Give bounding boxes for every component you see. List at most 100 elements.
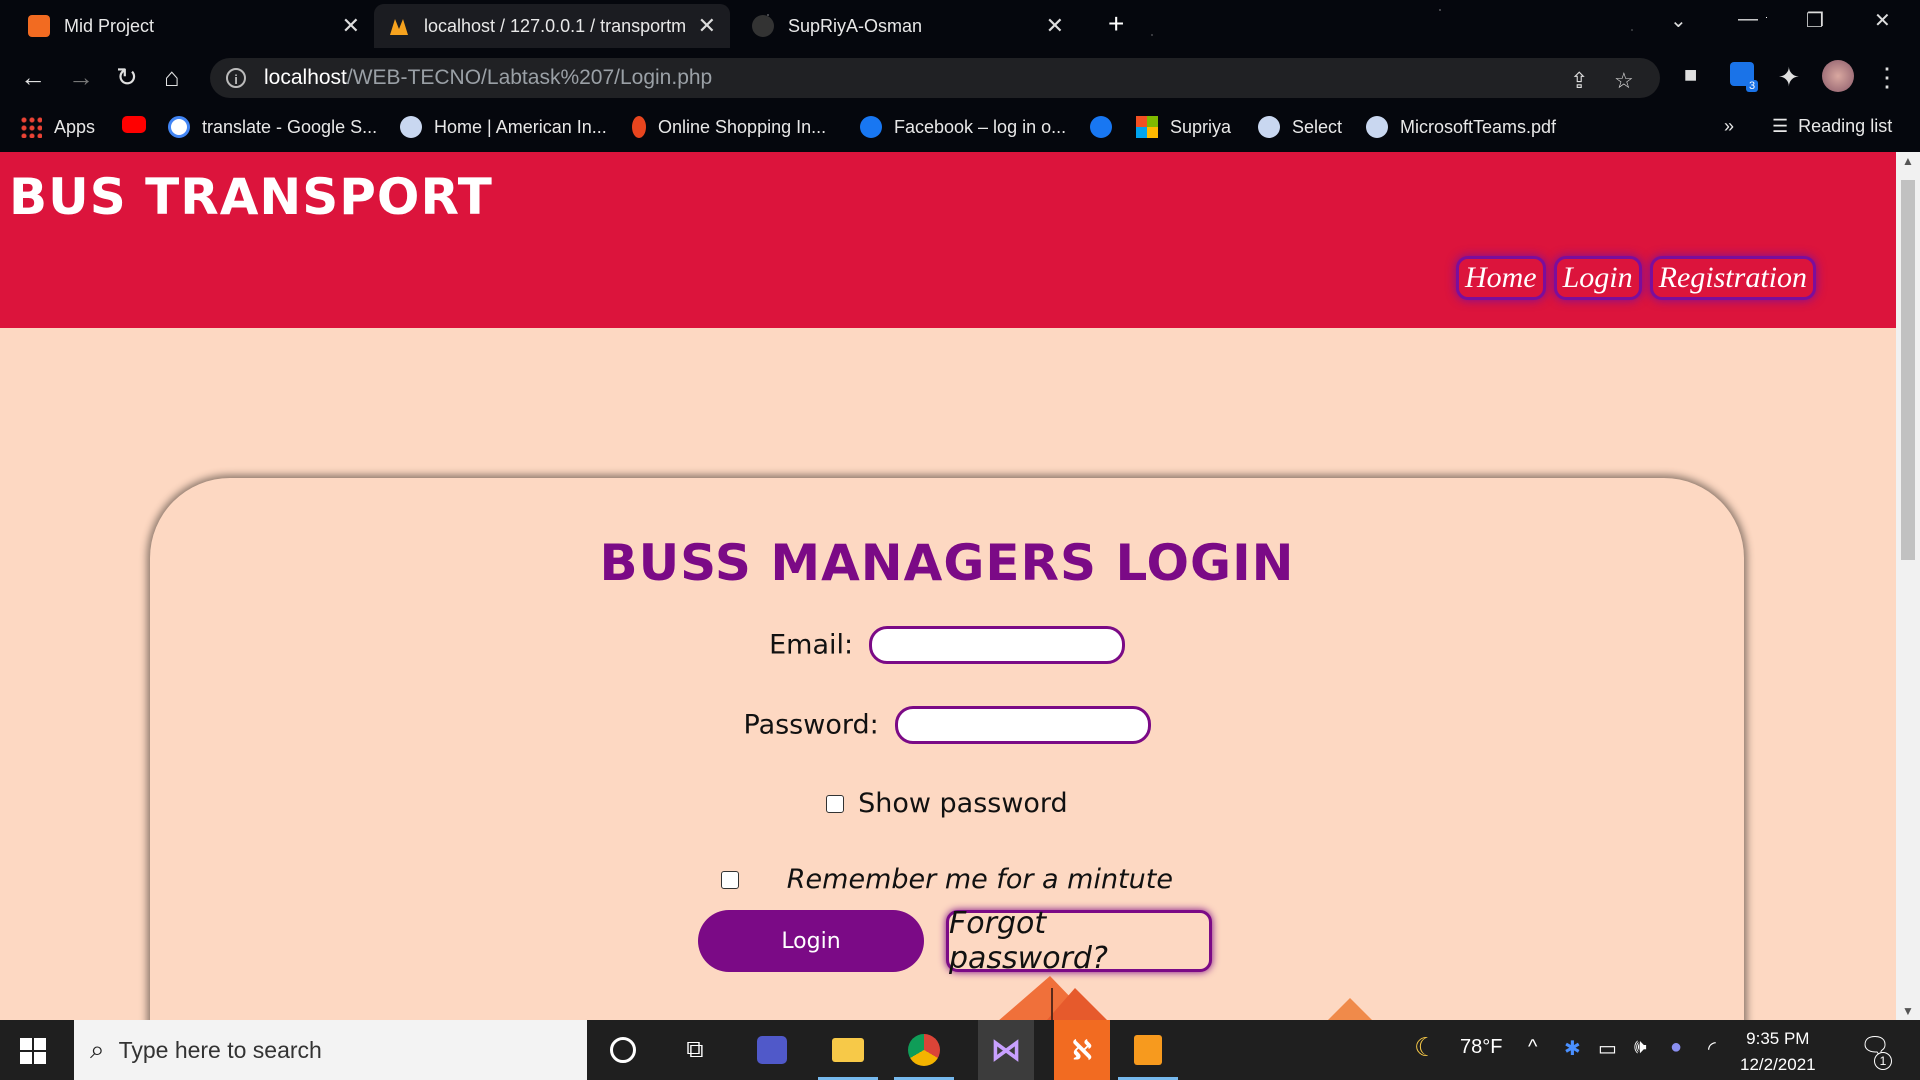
share-icon[interactable]: ⇪ [1570,68,1588,94]
minimize-icon[interactable]: — [1738,8,1758,31]
tab-phpmyadmin[interactable]: localhost / 127.0.0.1 / transportm ✕ [374,4,730,48]
weather-temp[interactable]: 78°F [1460,1036,1502,1059]
site-brand: BUS TRANSPORT [9,168,493,226]
daraz-icon [632,116,646,138]
web-page: BUS TRANSPORT Home Login Registration BU… [0,152,1896,1020]
remember-me-label: Remember me for a mintute [786,864,1173,896]
email-field[interactable] [868,626,1125,664]
tab-github[interactable]: SupRiyA-Osman ✕ [738,4,1078,48]
tab-strip: Mid Project ✕ localhost / 127.0.0.1 / tr… [0,0,1920,50]
reading-list-button[interactable]: ☰ Reading list [1772,116,1892,137]
windows-taskbar: ⌕ Type here to search ⧉ ⋈ ℵ ☾ 78°F ^ ✱ ▭… [0,1020,1920,1080]
restore-icon[interactable]: ❐ [1806,8,1824,33]
login-button[interactable]: Login [698,910,924,972]
bookmark-star-icon[interactable]: ☆ [1614,68,1634,94]
reload-icon[interactable]: ↻ [116,62,138,93]
menu-dots-icon[interactable]: ⋮ [1874,62,1900,93]
reading-list-icon: ☰ [1772,116,1789,136]
notification-count: 1 [1874,1052,1892,1070]
apps-grid-icon [20,116,42,138]
remember-me-checkbox[interactable] [721,870,740,889]
cortana-icon[interactable] [603,1030,643,1070]
back-icon[interactable]: ← [20,62,46,93]
nav-home-link[interactable]: Home [1455,256,1546,300]
taskbar-search-box[interactable]: ⌕ Type here to search [74,1020,587,1080]
tab-title: SupRiyA-Osman [788,15,923,36]
forgot-password-button[interactable]: Forgot password? [946,906,1212,976]
forward-icon[interactable]: → [68,62,94,93]
chrome-icon[interactable] [904,1030,944,1070]
bookmark-facebook-2[interactable] [1090,116,1124,138]
bookmark-apps[interactable]: Apps [20,116,95,138]
address-bar[interactable]: i localhost/WEB-TECNO/Labtask%207/Login.… [210,58,1660,98]
extensions-puzzle-icon[interactable]: ✦ [1778,62,1800,93]
show-password-label: Show password [858,788,1068,820]
google-icon [168,116,190,138]
bookmark-supriya[interactable]: Supriya [1136,116,1231,138]
teams-icon[interactable] [752,1030,792,1070]
home-icon[interactable]: ⌂ [164,62,180,93]
bookmark-facebook[interactable]: Facebook – log in o... [860,116,1066,138]
scroll-thumb[interactable] [1901,180,1915,560]
facebook-icon [860,116,882,138]
task-view-icon[interactable]: ⧉ [675,1030,715,1070]
close-window-icon[interactable]: ✕ [1874,8,1891,33]
teams-tray-icon[interactable]: ● [1670,1036,1682,1059]
close-tab-icon[interactable]: ✕ [698,13,716,39]
tab-search-icon[interactable]: ⌄ [1670,8,1687,33]
close-tab-icon[interactable]: ✕ [1046,13,1064,39]
password-label: Password: [743,709,879,741]
extension-square-icon[interactable]: ■ [1684,62,1697,88]
show-password-row: Show password [150,786,1744,819]
wifi-icon[interactable]: ◜ [1708,1036,1716,1061]
bookmark-youtube[interactable] [122,116,158,133]
bookmarks-bar: Apps translate - Google S... Home | Amer… [0,106,1920,152]
profile-avatar[interactable] [1822,60,1854,99]
battery-icon[interactable]: ▭ [1598,1036,1617,1061]
tab-mid-project[interactable]: Mid Project ✕ [14,4,374,48]
close-tab-icon[interactable]: ✕ [342,13,360,39]
windows-start-icon[interactable] [20,1038,46,1069]
bookmark-teams-pdf[interactable]: MicrosoftTeams.pdf [1366,116,1556,138]
file-explorer-icon[interactable] [828,1030,868,1070]
background-image [999,976,1372,1020]
xampp-icon[interactable]: ℵ [1054,1020,1110,1080]
youtube-icon [122,116,146,133]
email-label: Email: [769,629,854,661]
bookmark-american[interactable]: Home | American In... [400,116,607,138]
more-bookmarks-icon[interactable]: » [1724,116,1734,137]
site-info-icon[interactable]: i [226,68,246,88]
shield-globe-icon [400,116,422,138]
microsoft-icon [1136,116,1158,138]
clock-time: 9:35 PM [1746,1029,1810,1048]
search-placeholder: Type here to search [118,1036,322,1063]
weather-moon-icon[interactable]: ☾ [1414,1032,1437,1063]
volume-icon[interactable]: 🕪 [1634,1036,1647,1059]
login-title: BUSS MANAGERS LOGIN [599,534,1295,592]
phpmyadmin-favicon-icon [388,15,410,37]
show-password-checkbox[interactable] [826,794,845,813]
email-row: Email: [150,626,1744,664]
bookmark-select[interactable]: Select [1258,116,1342,138]
scroll-up-icon[interactable]: ▲ [1902,154,1914,168]
site-nav: Home Login Registration [1455,256,1816,300]
page-scrollbar[interactable]: ▲ ▼ [1896,152,1920,1020]
sublime-text-icon[interactable] [1128,1030,1168,1070]
bookmark-shopping[interactable]: Online Shopping In... [632,116,826,138]
password-field[interactable] [894,706,1151,744]
new-tab-icon[interactable]: + [1108,8,1124,40]
extension-s-icon[interactable]: 3 [1730,62,1759,93]
shield-globe-icon [1258,116,1280,138]
browser-toolbar: ← → ↻ ⌂ i localhost/WEB-TECNO/Labtask%20… [0,50,1920,106]
bookmark-translate[interactable]: translate - Google S... [168,116,377,138]
bluetooth-icon[interactable]: ✱ [1564,1036,1581,1061]
taskbar-clock[interactable]: 9:35 PM 12/2/2021 [1740,1026,1816,1078]
scroll-down-icon[interactable]: ▼ [1902,1004,1914,1018]
show-hidden-icons-icon[interactable]: ^ [1528,1036,1537,1059]
search-icon: ⌕ [90,1034,105,1064]
nav-registration-link[interactable]: Registration [1649,256,1816,300]
tab-title: localhost / 127.0.0.1 / transportm [424,15,687,36]
nav-login-link[interactable]: Login [1553,256,1642,300]
visual-studio-icon[interactable]: ⋈ [978,1020,1034,1080]
facebook-icon [1090,116,1112,138]
